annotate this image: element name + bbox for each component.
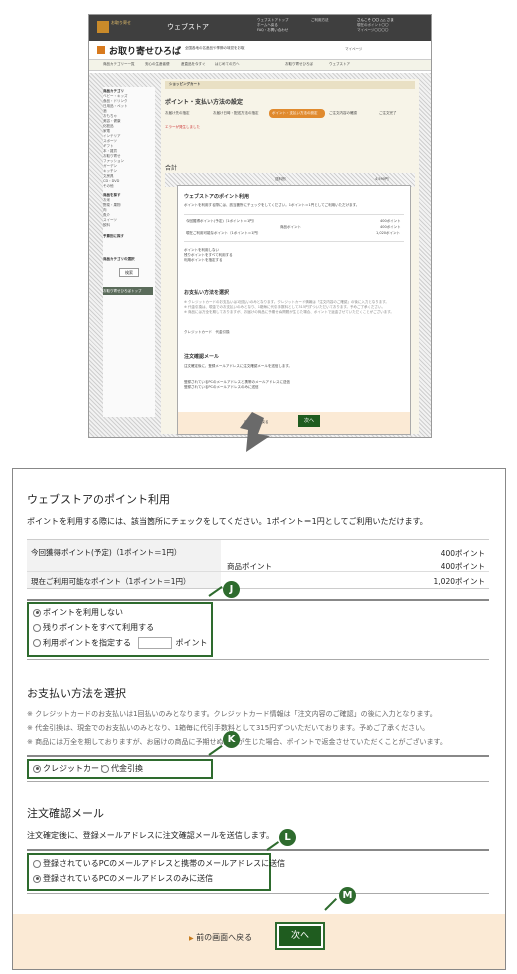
payment-option-credit[interactable]: クレジットカード <box>33 763 107 774</box>
mini-payment-notes: ※ クレジットカードのお支払いは1回払いのみとなります。クレジットカード情報は「… <box>184 300 394 314</box>
header-link[interactable]: ご利用方法 <box>311 18 351 23</box>
sidebar-title: 商品カテゴリの選択 <box>103 257 135 261</box>
thumbnail-form-preview: ウェブストアのポイント利用 ポイントを利用する際には、該当箇所にチェックをしてく… <box>177 185 411 435</box>
nav-item[interactable]: 産直品を今すぐ <box>181 62 206 67</box>
points-table: 今回獲得ポイント(予定)（1ポイント＝1円） 商品ポイント 400ポイント 40… <box>27 539 489 589</box>
points-row-label: 今回獲得ポイント(予定)（1ポイント＝1円） <box>31 548 182 557</box>
mini-email-options: 登録されているPCのメールアドレスと携帯のメールアドレスに送信 登録されているP… <box>184 380 290 389</box>
section-title: お取り寄せひろば <box>109 47 182 57</box>
email-option-pc[interactable]: 登録されているPCのメールアドレスのみに送信 <box>33 873 213 884</box>
zoom-arrow-icon <box>240 412 270 452</box>
total-label: 合計 <box>165 165 178 172</box>
section-icon <box>97 46 105 54</box>
points-description: ポイントを利用する際には、該当箇所にチェックをしてください。1ポイント＝1円とし… <box>27 517 428 526</box>
cart-bar: ショッピングカート <box>165 81 415 89</box>
step-item-active: ポイント・支払い方法の設定 <box>269 109 325 118</box>
radio-selected-icon[interactable] <box>33 608 41 617</box>
mini-points-table: 今回獲得ポイント(予定)（1ポイント＝1円） 現在ご利用可能なポイント（1ポイン… <box>184 214 404 242</box>
email-section-title: 注文確認メール <box>27 807 104 820</box>
sidebar-list: ベビー・キッズ 食品・ドリンク 日用品・ペット酒おもちゃ 美容・健康 化粧品 家電 インテリ… <box>103 94 155 189</box>
mini-footer: 前の画面へ戻る 次へ <box>178 412 410 434</box>
points-row-value: 400ポイント <box>440 562 485 571</box>
radio-selected-icon[interactable] <box>33 874 41 883</box>
mini-email-title: 注文確認メール <box>184 354 220 360</box>
site-logo: お取り寄せ <box>111 20 131 25</box>
sidebar-search-button[interactable]: 検索 <box>119 268 139 277</box>
sidebar: 商品カテゴリ ベビー・キッズ 食品・ドリンク 日用品・ペット酒おもちゃ 美容・健康 化粧… <box>103 87 155 417</box>
form-footer: ▶ 前の画面へ戻る 次へ <box>13 914 505 969</box>
mini-payment-title: お支払い方法を選択 <box>184 290 230 296</box>
points-option-none[interactable]: ポイントを利用しない <box>33 607 123 618</box>
mypage-link[interactable]: マイページ <box>345 47 362 52</box>
page-thumbnail: お取り寄せ ウェブストア ウェブストアトップ ホームへ戻る FAQ・お問い合わせ… <box>88 14 432 438</box>
step-item: ご注文内容の確認 <box>329 111 357 115</box>
step-item: お届け先の指定 <box>165 111 190 115</box>
mini-points-title: ウェブストアのポイント利用 <box>184 194 250 200</box>
mini-email-desc: 注文確定後に、登録メールアドレスに注文確認メールを送信します。 <box>184 364 293 368</box>
email-description: 注文確定後に、登録メールアドレスに注文確認メールを送信します。 <box>27 831 274 840</box>
mini-points-desc: ポイントを利用する際には、該当箇所にチェックをしてください。1ポイント＝1円とし… <box>184 203 360 207</box>
nav-item[interactable]: お取り寄せひろば <box>285 62 313 67</box>
step-title: ポイント・支払い方法の設定 <box>165 99 244 106</box>
site-name[interactable]: ウェブストア <box>167 22 209 32</box>
points-row-label: 現在ご利用可能なポイント（1ポイント＝1円） <box>31 577 191 586</box>
callout-badge-j: J <box>223 581 240 598</box>
points-option-all[interactable]: 残りポイントをすべて利用する <box>33 622 154 633</box>
points-row-value: 1,020ポイント <box>433 577 485 586</box>
next-button[interactable]: 次へ <box>279 926 321 946</box>
sidebar-bottom-banner[interactable]: お取り寄せひろばトップ <box>103 287 153 295</box>
zoomed-form-panel: ウェブストアのポイント利用 ポイントを利用する際には、該当箇所にチェックをしてく… <box>12 468 506 970</box>
step-indicator: お届け先の指定 お届け日時・配送方法の指定 ポイント・支払い方法の設定 ご注文内… <box>165 109 415 119</box>
points-row-sublabel: 商品ポイント <box>227 562 272 571</box>
step-item: お届け日時・配送方法の指定 <box>213 111 259 115</box>
site-logo-icon <box>97 21 109 33</box>
step-item: ご注文完了 <box>379 111 397 115</box>
cart-label: ショッピングカート <box>169 82 201 86</box>
triangle-right-icon: ▶ <box>189 935 194 942</box>
points-amount-input[interactable] <box>137 637 172 649</box>
site-header: お取り寄せ ウェブストア ウェブストアトップ ホームへ戻る FAQ・お問い合わせ… <box>89 15 431 41</box>
mini-points-options: ポイントを利用しない 残りポイントをすべて利用する 利用ポイントを指定する <box>184 248 233 262</box>
callout-badge-k: K <box>223 731 240 748</box>
callout-badge-m: M <box>339 887 356 904</box>
header-link[interactable]: FAQ・お問い合わせ <box>257 28 327 33</box>
mini-payment-options: クレジットカード 代金引換 <box>184 330 230 334</box>
email-option-both[interactable]: 登録されているPCのメールアドレスと携帯のメールアドレスに送信 <box>33 858 285 869</box>
back-link[interactable]: ▶ 前の画面へ戻る <box>189 932 252 943</box>
sidebar-list: お米 野菜・果物肉魚介 スイーツ 飲料 <box>103 198 155 228</box>
section-desc: 全国各地の名産品や季節の味覚をお取り寄せ <box>185 46 245 50</box>
error-text: エラーが発生しました <box>165 125 200 129</box>
points-section-title: ウェブストアのポイント利用 <box>27 493 170 506</box>
radio-icon[interactable] <box>101 764 109 773</box>
radio-icon[interactable] <box>33 623 41 632</box>
nav-item[interactable]: はじめての方へ <box>215 62 240 67</box>
points-option-specify[interactable]: 利用ポイントを指定する ポイント <box>33 637 208 649</box>
radio-icon[interactable] <box>33 639 41 647</box>
radio-icon[interactable] <box>33 859 41 868</box>
points-row-value: 400ポイント <box>440 549 485 558</box>
callout-badge-l: L <box>279 829 296 846</box>
header-user-sub[interactable]: マイページ〇〇〇〇 <box>357 28 427 33</box>
radio-selected-icon[interactable] <box>33 764 41 773</box>
sidebar-item[interactable]: 飲料 <box>103 223 155 228</box>
category-nav: 商品カテゴリー一覧 安心の生産者便 産直品を今すぐ はじめての方へ お取り寄せひ… <box>89 59 431 71</box>
nav-item[interactable]: 商品カテゴリー一覧 <box>103 62 135 67</box>
sidebar-item[interactable]: その他 <box>103 184 155 189</box>
payment-section-title: お支払い方法を選択 <box>27 687 126 700</box>
nav-item[interactable]: ウェブストア <box>329 62 350 67</box>
payment-note: ※ クレジットカードのお支払いは1回払いのみとなります。クレジットカード情報は「… <box>27 710 437 718</box>
nav-item[interactable]: 安心の生産者便 <box>145 62 170 67</box>
payment-option-cod[interactable]: 代金引換 <box>101 763 143 774</box>
